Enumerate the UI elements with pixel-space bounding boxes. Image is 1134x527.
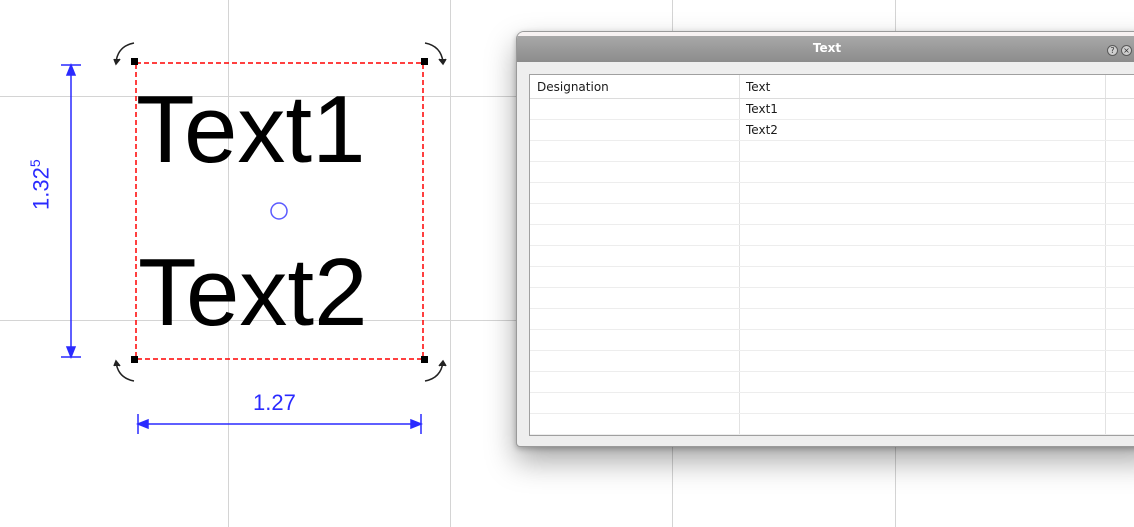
empty-row xyxy=(530,309,1134,330)
rotate-handle-icon xyxy=(113,359,135,382)
height-dimension-value: 1.32 xyxy=(28,167,54,210)
empty-row xyxy=(530,267,1134,288)
empty-row xyxy=(530,330,1134,351)
empty-row xyxy=(530,246,1134,267)
width-dimension-line xyxy=(135,414,424,434)
resize-handle-icon xyxy=(421,58,428,65)
empty-row xyxy=(530,414,1134,435)
rotate-handle-icon xyxy=(424,42,447,66)
height-dimension-superscript: 5 xyxy=(27,159,43,168)
empty-row xyxy=(530,162,1134,183)
empty-row xyxy=(530,141,1134,162)
dialog-titlebar[interactable]: Text ? × xyxy=(517,32,1134,62)
height-dimension-line xyxy=(61,62,81,360)
empty-row xyxy=(530,204,1134,225)
help-icon[interactable]: ? xyxy=(1107,45,1118,56)
close-icon[interactable]: × xyxy=(1121,45,1132,56)
dialog-title: Text xyxy=(812,41,842,55)
empty-row xyxy=(530,288,1134,309)
table-header-row: Designation Text xyxy=(530,75,1134,99)
text-cell[interactable]: Text1 xyxy=(739,99,1105,120)
resize-handle-icon xyxy=(131,58,138,65)
empty-row xyxy=(530,183,1134,204)
empty-row xyxy=(530,393,1134,414)
text-dialog[interactable]: Text ? × Designation Text Text1 Text2 xyxy=(516,31,1134,447)
table-row[interactable]: Text1 xyxy=(530,99,1134,120)
column-header-text[interactable]: Text xyxy=(739,75,1105,99)
resize-handle-icon xyxy=(131,356,138,363)
table-row[interactable]: Text2 xyxy=(530,120,1134,141)
rotate-handle-icon xyxy=(424,359,447,382)
empty-row xyxy=(530,351,1134,372)
selection-box xyxy=(135,62,424,360)
empty-row xyxy=(530,225,1134,246)
column-header-designation[interactable]: Designation xyxy=(530,75,739,99)
designation-cell[interactable] xyxy=(530,99,739,120)
height-dimension-label: 1.325 xyxy=(24,159,54,210)
text-table[interactable]: Designation Text Text1 Text2 xyxy=(529,74,1134,436)
empty-row xyxy=(530,372,1134,393)
resize-handle-icon xyxy=(421,356,428,363)
text-cell[interactable]: Text2 xyxy=(739,120,1105,141)
designation-cell[interactable] xyxy=(530,120,739,141)
width-dimension-label: 1.27 xyxy=(253,390,296,415)
center-point-icon xyxy=(270,202,288,220)
